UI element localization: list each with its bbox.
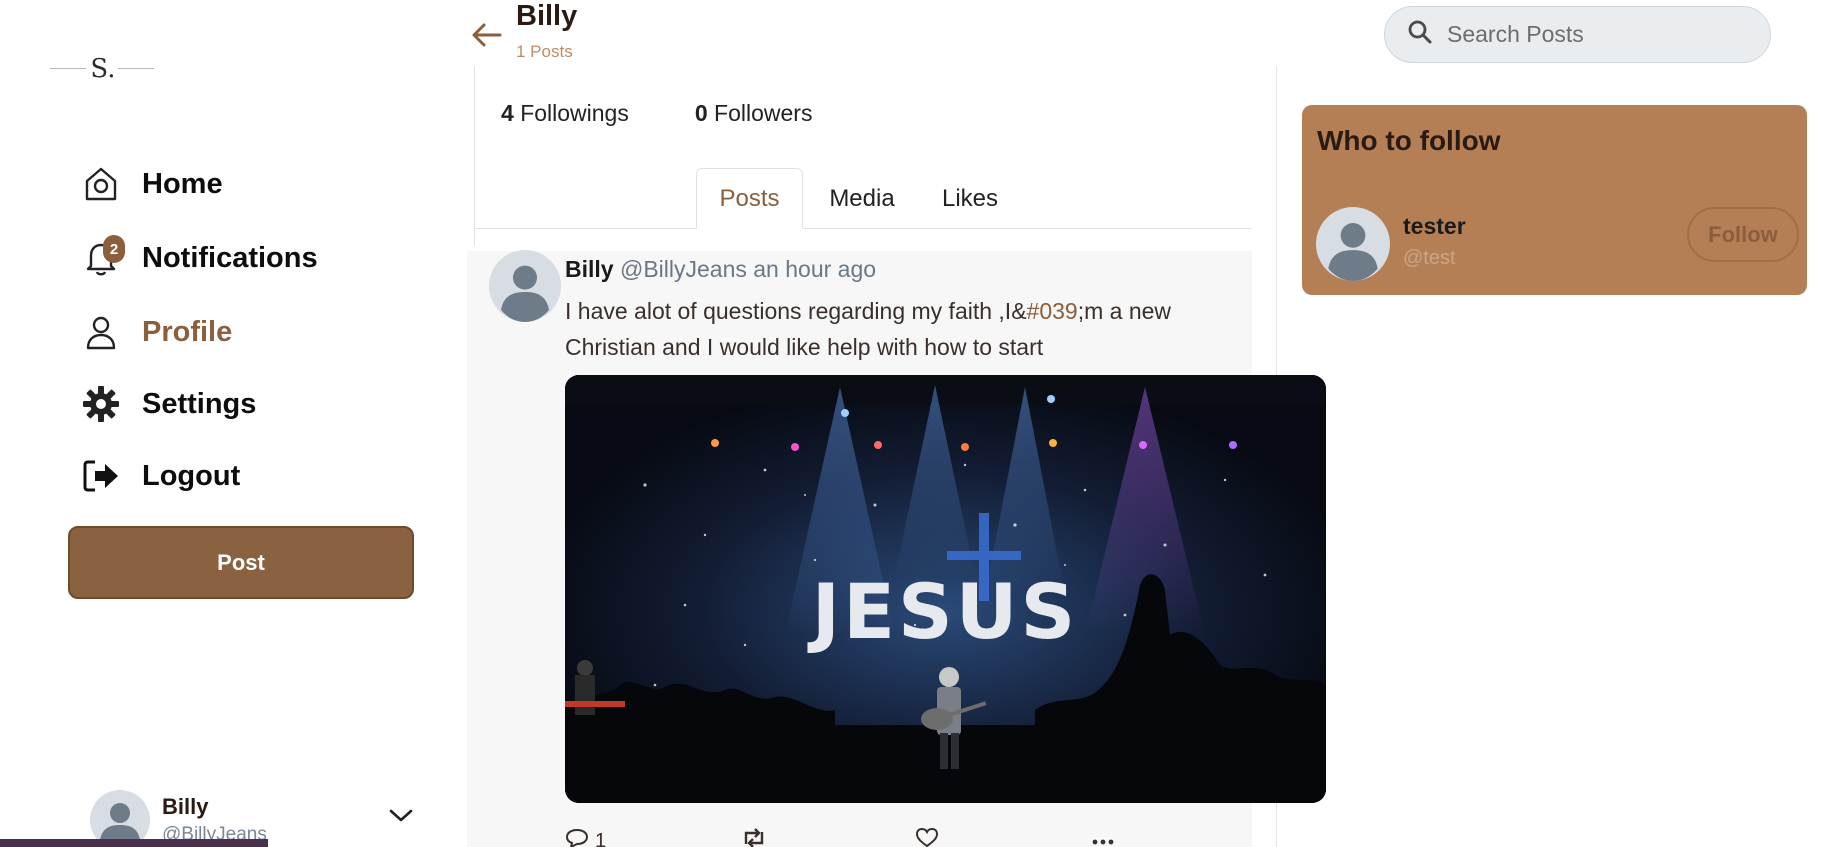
post-count: 1 Posts bbox=[516, 42, 573, 61]
follow-stats: 4 Followings 0 Followers bbox=[501, 100, 812, 127]
image-jesus-text: JESUS bbox=[807, 567, 1078, 656]
suggested-user-handle: @test bbox=[1403, 247, 1456, 269]
followings-count: 4 bbox=[501, 100, 514, 126]
followers-stat[interactable]: 0 Followers bbox=[695, 100, 813, 127]
followings-label: Followings bbox=[520, 100, 629, 126]
app-logo[interactable]: S. bbox=[50, 52, 154, 86]
account-name: Billy bbox=[162, 794, 209, 819]
column-divider-left bbox=[474, 66, 475, 246]
notification-badge: 2 bbox=[103, 235, 125, 263]
tab-posts[interactable]: Posts bbox=[696, 168, 803, 229]
suggested-user-avatar[interactable] bbox=[1316, 207, 1390, 286]
repost-button[interactable] bbox=[741, 828, 767, 847]
nav-profile[interactable]: Profile bbox=[80, 304, 232, 360]
post-handle[interactable]: @BillyJeans bbox=[620, 256, 747, 282]
who-to-follow-title: Who to follow bbox=[1317, 125, 1501, 156]
nav-settings[interactable]: Settings bbox=[80, 376, 256, 432]
search-bar[interactable] bbox=[1384, 6, 1771, 63]
nav-home[interactable]: Home bbox=[80, 156, 223, 212]
home-icon bbox=[80, 163, 122, 205]
nav-profile-label: Profile bbox=[142, 315, 233, 348]
reply-count: 1 bbox=[595, 829, 607, 847]
repost-icon bbox=[741, 828, 767, 847]
nav-home-label: Home bbox=[142, 167, 223, 200]
reply-button[interactable]: 1 bbox=[565, 828, 606, 847]
nav-notifications-label: Notifications bbox=[142, 241, 318, 274]
logo-divider-left bbox=[50, 68, 86, 69]
profile-name: Billy bbox=[516, 0, 578, 32]
post-image[interactable]: JESUS bbox=[565, 375, 1326, 803]
search-input[interactable] bbox=[1447, 21, 1747, 48]
logo-divider-right bbox=[118, 68, 154, 69]
post-button[interactable]: Post bbox=[68, 526, 414, 599]
follow-button[interactable]: Follow bbox=[1687, 207, 1799, 262]
comment-icon bbox=[565, 828, 589, 847]
tab-likes[interactable]: Likes bbox=[940, 168, 1000, 229]
nav-notifications[interactable]: 2 Notifications bbox=[80, 230, 318, 286]
who-to-follow-card: Who to follow tester @test Follow bbox=[1302, 105, 1807, 295]
more-icon bbox=[1092, 828, 1114, 847]
post-text-before: I have alot of questions regarding my fa… bbox=[565, 298, 1027, 324]
heart-icon bbox=[915, 827, 939, 847]
post-hashtag[interactable]: #039 bbox=[1027, 298, 1078, 324]
post-time: an hour ago bbox=[753, 256, 877, 282]
logo-mark: S. bbox=[90, 54, 116, 84]
bottom-accent-bar bbox=[0, 839, 268, 847]
tab-media[interactable]: Media bbox=[822, 168, 902, 229]
search-icon bbox=[1407, 19, 1433, 50]
nav-logout[interactable]: Logout bbox=[80, 448, 240, 504]
logout-icon bbox=[80, 455, 122, 497]
post-avatar[interactable] bbox=[489, 250, 561, 327]
like-button[interactable] bbox=[915, 827, 939, 847]
nav-logout-label: Logout bbox=[142, 459, 241, 492]
post-actions: 1 bbox=[565, 827, 1125, 847]
followers-label: Followers bbox=[714, 100, 813, 126]
post-body: I have alot of questions regarding my fa… bbox=[565, 293, 1255, 365]
user-icon bbox=[80, 311, 122, 353]
followers-count: 0 bbox=[694, 100, 708, 126]
gear-icon bbox=[80, 383, 122, 425]
suggested-user-name[interactable]: tester bbox=[1403, 213, 1466, 240]
chevron-down-icon[interactable] bbox=[388, 808, 414, 829]
followings-stat[interactable]: 4 Followings bbox=[501, 100, 629, 127]
back-arrow-icon[interactable] bbox=[470, 18, 504, 57]
more-button[interactable] bbox=[1092, 828, 1114, 847]
post-author[interactable]: Billy bbox=[565, 256, 614, 282]
post-meta: Billy @BillyJeans an hour ago bbox=[565, 256, 876, 283]
bell-icon: 2 bbox=[80, 235, 125, 279]
nav-settings-label: Settings bbox=[142, 387, 257, 420]
